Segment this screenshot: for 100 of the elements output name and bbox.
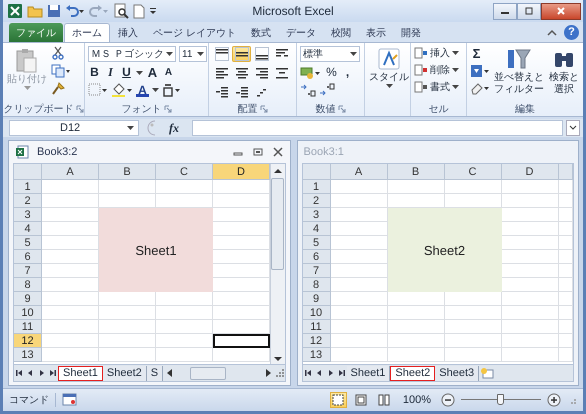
- bold-button[interactable]: B: [88, 65, 101, 80]
- scrollbar-thumb[interactable]: [271, 178, 284, 270]
- scroll-right-icon[interactable]: [264, 368, 272, 378]
- macro-record-icon[interactable]: [62, 393, 78, 407]
- column-header[interactable]: C: [156, 164, 213, 180]
- row-header[interactable]: 7: [14, 264, 42, 278]
- row-header[interactable]: 9: [302, 292, 330, 306]
- ribbon-tab[interactable]: ホーム: [64, 23, 110, 42]
- format-painter-icon[interactable]: [51, 82, 65, 96]
- row-header[interactable]: 3: [302, 208, 330, 222]
- sheet-tab[interactable]: Sheet2: [390, 366, 436, 380]
- name-box[interactable]: D12: [9, 120, 139, 136]
- dialog-launcher-icon[interactable]: [164, 105, 172, 113]
- expand-caret-icon[interactable]: [566, 120, 580, 136]
- document-icon[interactable]: [133, 4, 145, 18]
- sheet-tab[interactable]: Sheet3: [435, 366, 480, 380]
- row-header[interactable]: 4: [302, 222, 330, 236]
- eraser-icon[interactable]: [470, 81, 490, 95]
- collapse-ribbon-icon[interactable]: [547, 29, 557, 37]
- phonetic-guide-icon[interactable]: [162, 83, 182, 97]
- restore-icon[interactable]: [252, 147, 264, 157]
- alignment-button[interactable]: [252, 46, 271, 62]
- close-button[interactable]: [541, 2, 581, 20]
- fill-down-icon[interactable]: [470, 64, 490, 78]
- row-header[interactable]: 7: [302, 264, 330, 278]
- insert-sheet-icon[interactable]: [479, 367, 496, 379]
- row-header[interactable]: 2: [14, 194, 42, 208]
- sort-filter-button[interactable]: 並べ替えと フィルター: [493, 46, 545, 96]
- row-header[interactable]: 3: [14, 208, 42, 222]
- row-header[interactable]: 6: [14, 250, 42, 264]
- close-icon[interactable]: [272, 147, 284, 157]
- cells-button[interactable]: 削除: [414, 63, 459, 77]
- column-header[interactable]: A: [330, 164, 388, 180]
- dropdown-caret-icon[interactable]: [136, 70, 143, 74]
- row-header[interactable]: 5: [302, 236, 330, 250]
- view-button[interactable]: [330, 392, 347, 408]
- italic-button[interactable]: I: [104, 65, 117, 80]
- row-header[interactable]: 8: [14, 278, 42, 292]
- formula-input[interactable]: [192, 120, 563, 136]
- autosum-button[interactable]: Σ: [470, 46, 483, 61]
- dialog-launcher-icon[interactable]: [338, 105, 346, 113]
- column-header[interactable]: C: [444, 164, 502, 180]
- ribbon-tab[interactable]: データ: [278, 23, 323, 42]
- undo-icon[interactable]: [65, 4, 85, 18]
- sheet-tab[interactable]: Sheet1: [346, 366, 390, 380]
- ribbon-tab[interactable]: 表示: [358, 23, 393, 42]
- fill-bucket-icon[interactable]: [111, 83, 133, 97]
- row-header[interactable]: 8: [302, 278, 330, 292]
- row-header[interactable]: 12: [14, 334, 42, 348]
- comma-button[interactable]: ,: [341, 65, 354, 80]
- font-color-button[interactable]: A: [136, 84, 149, 96]
- row-header[interactable]: 9: [14, 292, 42, 306]
- decrease-decimal-icon[interactable]: [319, 83, 335, 97]
- zoom-out-icon[interactable]: [441, 393, 455, 407]
- copy-icon[interactable]: [51, 64, 71, 78]
- row-header[interactable]: 4: [14, 222, 42, 236]
- row-header[interactable]: 13: [14, 348, 42, 362]
- cells-button[interactable]: 書式: [414, 80, 459, 94]
- font-size-dropdown[interactable]: 11: [179, 46, 207, 62]
- shrink-font-button[interactable]: A: [162, 65, 175, 80]
- borders-icon[interactable]: [88, 83, 108, 97]
- ribbon-tab[interactable]: 挿入: [111, 23, 145, 42]
- currency-icon[interactable]: [300, 66, 322, 80]
- font-name-dropdown[interactable]: ＭＳ Ｐゴシック: [88, 46, 176, 62]
- ribbon-tab[interactable]: 校閲: [324, 23, 358, 42]
- column-header[interactable]: D: [213, 164, 270, 180]
- row-header[interactable]: 1: [14, 180, 42, 194]
- sheet-tab[interactable]: Sheet2: [102, 366, 147, 380]
- ribbon-tab[interactable]: 開発: [394, 23, 428, 42]
- dropdown-caret-icon[interactable]: [152, 88, 159, 92]
- minimize-button[interactable]: [493, 2, 517, 20]
- ribbon-tab[interactable]: 数式: [244, 23, 278, 42]
- styles-button[interactable]: スタイル: [368, 46, 410, 89]
- scrollbar-thumb[interactable]: [190, 366, 226, 380]
- ribbon-tab[interactable]: ページ レイアウト: [146, 23, 243, 42]
- dialog-launcher-icon[interactable]: [76, 105, 84, 113]
- row-header[interactable]: 11: [302, 320, 330, 334]
- sheet-navigation-icon[interactable]: [14, 368, 58, 378]
- row-header[interactable]: 10: [14, 306, 42, 320]
- find-select-button[interactable]: 検索と 選択: [548, 46, 580, 96]
- row-header[interactable]: 13: [302, 348, 330, 362]
- percent-button[interactable]: %: [325, 65, 338, 80]
- zoom-level[interactable]: 100%: [402, 394, 431, 406]
- sheet-tab[interactable]: Sheet1: [58, 366, 103, 380]
- column-header[interactable]: B: [388, 164, 444, 180]
- resize-grip-icon[interactable]: [274, 368, 284, 378]
- number-format-dropdown[interactable]: 標準: [300, 46, 360, 62]
- sheet-tab[interactable]: S: [146, 366, 164, 380]
- cells-button[interactable]: 挿入: [414, 46, 459, 60]
- row-header[interactable]: 5: [14, 236, 42, 250]
- column-header[interactable]: D: [502, 164, 558, 180]
- help-button[interactable]: ?: [564, 25, 579, 40]
- alignment-button[interactable]: [232, 46, 251, 62]
- alignment-button[interactable]: [212, 46, 231, 62]
- save-icon[interactable]: [47, 4, 61, 18]
- sheet-navigation-icon[interactable]: [302, 368, 346, 378]
- zoom-slider-thumb[interactable]: [497, 394, 504, 405]
- row-header[interactable]: 1: [302, 180, 330, 194]
- underline-button[interactable]: U: [120, 65, 133, 80]
- print-preview-icon[interactable]: [113, 3, 129, 19]
